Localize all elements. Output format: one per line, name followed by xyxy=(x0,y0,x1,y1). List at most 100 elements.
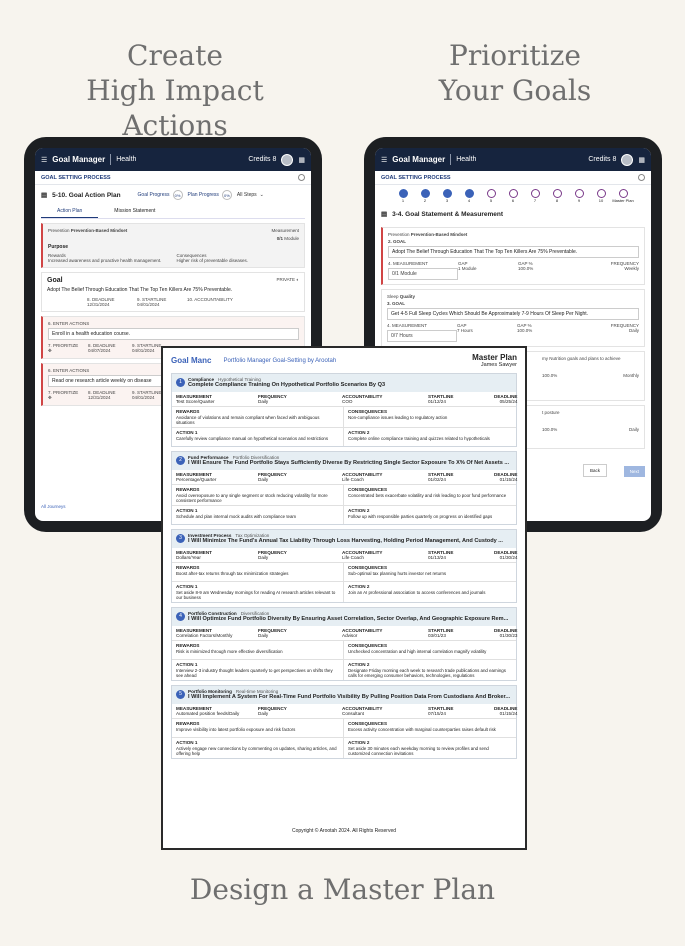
goals-list: 1 Compliance Hypothetical Training Complete… xyxy=(163,373,525,759)
rewards-row: REWARDS Risk is minimized through more ef… xyxy=(172,641,516,660)
info-icon[interactable] xyxy=(298,174,305,181)
step-10[interactable]: 10 xyxy=(590,189,612,203)
headline-left-line1: Create xyxy=(127,39,223,72)
brand-logo: Goal Manager xyxy=(392,155,446,164)
goal-number: 5 xyxy=(176,690,185,699)
private-toggle[interactable]: PRIVATE ◐ xyxy=(276,277,299,284)
page-title: ▤ 5-10. Goal Action Plan Goal Progress 0%… xyxy=(41,190,264,200)
brand-logo: Goal Manager xyxy=(52,155,106,164)
apps-icon[interactable]: ▦ xyxy=(638,156,645,164)
step-6[interactable]: 6 xyxy=(502,189,524,203)
page-title: ▤ 3-4. Goal Statement & Measurement xyxy=(381,210,504,219)
goal-number: 2 xyxy=(176,456,185,465)
metrics-row: MEASUREMENT FREQUENCY ACCOUNTABILITY STARTL… xyxy=(172,704,517,719)
actions-row: ACTION 1 Schedule and plan internal mock … xyxy=(172,506,516,524)
goal-header: 1 Compliance Hypothetical Training Complete… xyxy=(172,374,516,392)
drag-handle-icon[interactable]: ✥ xyxy=(48,395,88,401)
goal-block: 5 Portfolio Monitoring Real-time Monitorin… xyxy=(171,685,517,759)
goal-title: I Will Ensure The Fund Portfolio Stays S… xyxy=(188,460,510,466)
back-button[interactable]: Back xyxy=(582,464,607,477)
next-button[interactable]: Next xyxy=(623,466,645,477)
doc-footer: Copyright © Arootah 2024. All Rights Res… xyxy=(291,828,397,834)
master-plan-document: Goal Manc Portfolio Manager Goal-Setting… xyxy=(161,346,527,850)
step-1[interactable]: 1 xyxy=(392,189,414,203)
goal-title: I Will Minimize The Fund's Annual Tax Li… xyxy=(188,538,503,544)
headline-left-line2: High Impact Actions xyxy=(86,74,264,142)
goal-number: 4 xyxy=(176,612,185,621)
goal-header: 4 Portfolio Construction Diversification I … xyxy=(172,608,516,626)
action-input-1[interactable]: Enroll in a health education course. xyxy=(48,328,299,340)
goal-progress: Goal Progress 0% xyxy=(138,190,183,200)
tabs: Action Plan Mission Statement xyxy=(41,205,305,219)
metrics-row: MEASUREMENT FREQUENCY ACCOUNTABILITY STARTL… xyxy=(172,626,517,641)
rewards-row: REWARDS Boost after-tax returns through t… xyxy=(172,563,516,582)
headline-bottom: Design a Master Plan xyxy=(189,873,496,906)
goal-title: Complete Compliance Training On Hypothet… xyxy=(188,382,386,388)
menu-icon[interactable]: ☰ xyxy=(381,156,387,164)
section-name: Health xyxy=(116,156,137,163)
headline-right-line1: Prioritize xyxy=(449,39,581,72)
goal-header: 2 Fund Performance Portfolio Diversificati… xyxy=(172,452,516,470)
metrics-row: MEASUREMENT FREQUENCY ACCOUNTABILITY STARTL… xyxy=(172,548,517,563)
rewards-row: REWARDS Avoidance of violations and remai… xyxy=(172,407,516,428)
tab-mission-statement[interactable]: Mission Statement xyxy=(98,205,171,218)
menu-icon[interactable]: ☰ xyxy=(41,156,47,164)
goal-block: 4 Portfolio Construction Diversification I … xyxy=(171,607,517,681)
doc-logo: Goal Manc xyxy=(171,356,212,365)
headline-right-line2: Your Goals xyxy=(438,74,592,107)
stepper: 1 2 3 4 5 6 7 8 9 10 Master Plan xyxy=(375,185,651,205)
info-icon[interactable] xyxy=(638,174,645,181)
avatar[interactable] xyxy=(281,153,294,166)
goal-number: 3 xyxy=(176,534,185,543)
top-bar: ☰ Goal Manager Health Credits 8 ▦ xyxy=(35,148,311,171)
goal-header: 5 Portfolio Monitoring Real-time Monitorin… xyxy=(172,686,516,704)
credits: Credits 8 xyxy=(248,156,277,163)
doc-icon: ▤ xyxy=(381,211,388,218)
metrics-row: MEASUREMENT FREQUENCY ACCOUNTABILITY STARTL… xyxy=(172,392,517,407)
goal-title: I Will Implement A System For Real-Time … xyxy=(188,694,511,700)
goal-card: Goal PRIVATE ◐ Adopt The Belief Through E… xyxy=(41,272,305,312)
credits: Credits 8 xyxy=(588,156,617,163)
doc-icon: ▤ xyxy=(41,192,48,199)
rewards-row: REWARDS Avoid overexposure to any single … xyxy=(172,485,516,506)
step-2[interactable]: 2 xyxy=(414,189,436,203)
all-journeys-link[interactable]: All Journeys xyxy=(41,504,66,509)
doc-person: James Sawyer xyxy=(480,362,517,368)
actions-row: ACTION 1 Actively engage new connections … xyxy=(172,738,516,758)
avatar[interactable] xyxy=(621,153,634,166)
goal-title: I Will Optimize Fund Portfolio Diversity… xyxy=(188,616,509,622)
top-bar: ☰ Goal Manager Health Credits 8 ▦ xyxy=(375,148,651,171)
step-master-plan[interactable]: Master Plan xyxy=(612,189,634,203)
step-4[interactable]: 4 xyxy=(458,189,480,203)
tab-action-plan[interactable]: Action Plan xyxy=(41,205,99,218)
steps-dropdown[interactable]: All Steps ⌄ xyxy=(237,192,264,198)
step-7[interactable]: 7 xyxy=(524,189,546,203)
step-9[interactable]: 9 xyxy=(568,189,590,203)
doc-title: Master Plan xyxy=(472,353,517,362)
apps-icon[interactable]: ▦ xyxy=(298,156,305,164)
step-5[interactable]: 5 xyxy=(480,189,502,203)
process-title: GOAL SETTING PROCESS xyxy=(35,171,311,185)
goal-input-2[interactable]: Get 4-5 Full Sleep Cycles Which Should B… xyxy=(387,308,639,320)
goal-block: 1 Compliance Hypothetical Training Complete… xyxy=(171,373,517,447)
headline-right: Prioritize Your Goals xyxy=(400,38,630,108)
actions-row: ACTION 1 Interview 2-3 industry thought l… xyxy=(172,660,516,680)
plan-progress: Plan Progress 0% xyxy=(188,190,232,200)
goal-card-2: Sleep Quality 3. GOAL Get 4-5 Full Sleep… xyxy=(381,289,645,347)
step-8[interactable]: 8 xyxy=(546,189,568,203)
process-title: GOAL SETTING PROCESS xyxy=(375,171,651,185)
actions-row: ACTION 1 Set aside 8-9 am Wednesday morni… xyxy=(172,582,516,602)
goal-card-1: Prevention Prevention-Based Mindset 2. G… xyxy=(381,227,645,285)
step-3[interactable]: 3 xyxy=(436,189,458,203)
category-card: Prevention Prevention-Based Mindset Measu… xyxy=(41,223,305,268)
goal-block: 3 Investment Process Tax Optimization I Wil… xyxy=(171,529,517,603)
goal-block: 2 Fund Performance Portfolio Diversificati… xyxy=(171,451,517,525)
doc-subtitle: Portfolio Manager Goal-Setting by Aroota… xyxy=(223,357,337,364)
drag-handle-icon[interactable]: ✥ xyxy=(48,348,88,354)
goal-number: 1 xyxy=(176,378,185,387)
headline-left: Create High Impact Actions xyxy=(30,38,320,143)
goal-input-1[interactable]: Adopt The Belief Through Education That … xyxy=(388,246,639,258)
section-name: Health xyxy=(456,156,477,163)
goal-header: 3 Investment Process Tax Optimization I Wil… xyxy=(172,530,516,548)
metrics-row: MEASUREMENT FREQUENCY ACCOUNTABILITY STARTL… xyxy=(172,470,517,485)
